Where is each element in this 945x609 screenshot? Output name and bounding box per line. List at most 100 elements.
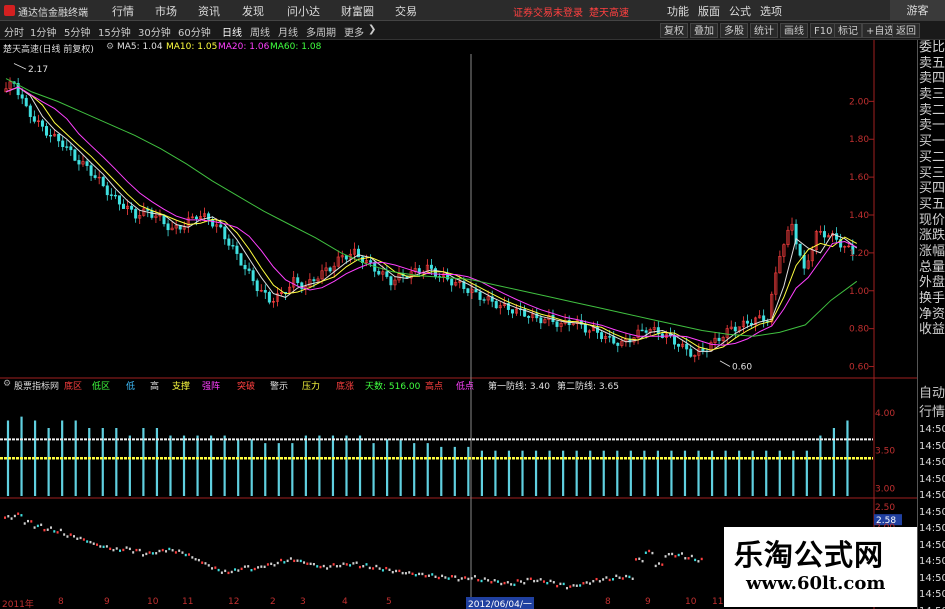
mini-candle [582,582,585,585]
quote-field-12[interactable]: 涨跌 [918,228,945,244]
mini-candle [20,514,23,517]
menu-gongshi[interactable]: 公式 [729,3,751,19]
mini-candle [178,549,181,552]
period-weekly[interactable]: 周线 [250,24,270,39]
mini-candle [408,571,411,574]
menu-zixun[interactable]: 资讯 [198,3,220,19]
btn-tongji[interactable]: 统计 [750,23,778,38]
period-30min[interactable]: 30分钟 [138,24,171,39]
period-fenshi[interactable]: 分时 [4,24,24,39]
indicator-gear-icon[interactable]: ⚙ [3,379,11,389]
trade-login-warning[interactable]: 证券交易未登录 [513,4,583,19]
quote-field-10[interactable]: 买五 [918,197,945,213]
menu-banmian[interactable]: 版面 [698,3,720,19]
auto-label-0: 自动 [918,386,945,401]
btn-f10[interactable]: F10 [810,23,837,38]
quote-field-3[interactable]: 卖三 [918,87,945,103]
guest-button[interactable]: 游客 [890,0,945,21]
mini-candle [674,555,677,558]
quote-field-0[interactable]: 委比 [918,40,945,56]
quote-field-4[interactable]: 卖二 [918,103,945,119]
mini-candle [694,558,697,562]
quote-field-17[interactable]: 净资 [918,307,945,323]
mini-candle [138,548,141,552]
mini-candle [437,576,440,580]
period-multi[interactable]: 多周期 [306,24,336,39]
mini-candle [615,574,618,578]
mini-candle [634,558,637,561]
candle-body [162,214,166,225]
quote-field-1[interactable]: 卖五 [918,56,945,72]
mini-candle [641,559,644,563]
quote-field-18[interactable]: 收益 [918,322,945,338]
period-1min[interactable]: 1分钟 [30,24,56,39]
indicator-item-7: 警示 [270,382,289,392]
menu-hangqing[interactable]: 行情 [112,3,134,19]
quote-field-6[interactable]: 买一 [918,134,945,150]
indicator-item-6: 突破 [237,382,256,392]
quote-field-2[interactable]: 卖四 [918,71,945,87]
menu-shichang[interactable]: 市场 [155,3,177,19]
mini-candle [329,565,332,568]
quote-field-8[interactable]: 买三 [918,166,945,182]
candle-body [227,238,231,246]
menu-jiaoyi[interactable]: 交易 [395,3,417,19]
auto-quote-toggle[interactable]: 自动 行情 [918,382,945,420]
btn-duogu[interactable]: 多股 [720,23,748,38]
menu-caifuquan[interactable]: 财富圈 [341,3,374,19]
period-5min[interactable]: 5分钟 [64,24,90,39]
mini-candle [427,574,430,577]
btn-biaoji[interactable]: 标记 [834,23,862,38]
mini-candle [677,553,680,557]
quote-field-16[interactable]: 换手 [918,291,945,307]
quote-field-11[interactable]: 现价 [918,213,945,229]
candle-body [474,289,478,293]
mini-candle [592,579,595,583]
period-more[interactable]: 更多 [344,24,364,39]
quote-field-15[interactable]: 外盘 [918,275,945,291]
tick-time-4: 14:50 [919,490,945,501]
period-15min[interactable]: 15分钟 [98,24,131,39]
menu-xuanxiang[interactable]: 选项 [760,3,782,19]
candle-body [600,332,604,340]
candle-body [377,270,381,275]
quote-field-14[interactable]: 总量 [918,260,945,276]
mini-candle [158,549,161,553]
menu-gongneng[interactable]: 功能 [667,3,689,19]
more-arrow-icon[interactable]: ❯ [368,24,376,35]
mini-candle [631,577,634,580]
mini-candle [480,579,483,583]
quote-field-7[interactable]: 买二 [918,150,945,166]
chart-area[interactable]: 2.00 1.80 1.60 1.40 1.20 1.00 0.80 0.60 2.17 0.60… [0,40,917,609]
quote-field-13[interactable]: 涨幅 [918,244,945,260]
mini-candle [487,579,490,582]
mini-candle [128,547,131,551]
btn-back[interactable]: 返回 [892,23,920,38]
candle-body [134,209,138,219]
candle-body [105,185,109,196]
quote-field-5[interactable]: 卖一 [918,118,945,134]
quote-field-9[interactable]: 买四 [918,181,945,197]
indicator-axis-label: 3.50 [875,447,895,457]
mini-candle [657,562,660,565]
btn-diejia[interactable]: 叠加 [690,23,718,38]
menu-faxian[interactable]: 发现 [242,3,264,19]
mini-candle [572,584,575,587]
candle-body [40,120,44,127]
indicator-item-10: 天数: 516.00 [365,382,421,392]
mini-candle [519,580,522,583]
btn-fuquan[interactable]: 复权 [660,23,688,38]
menu-wenxiaoda[interactable]: 问小达 [287,3,320,19]
date-label-8: 4 [342,597,348,607]
mini-candle [644,551,647,554]
candle-body [450,278,454,286]
indicator-item-14: 第二防线: 3.65 [557,382,619,392]
mini-candle [687,557,690,560]
period-daily[interactable]: 日线 [222,24,242,39]
period-60min[interactable]: 60分钟 [178,24,211,39]
mini-candle [464,576,467,579]
period-monthly[interactable]: 月线 [278,24,298,39]
btn-huaxian[interactable]: 画线 [780,23,808,38]
mini-candle [184,553,187,557]
candle-body [527,315,531,318]
